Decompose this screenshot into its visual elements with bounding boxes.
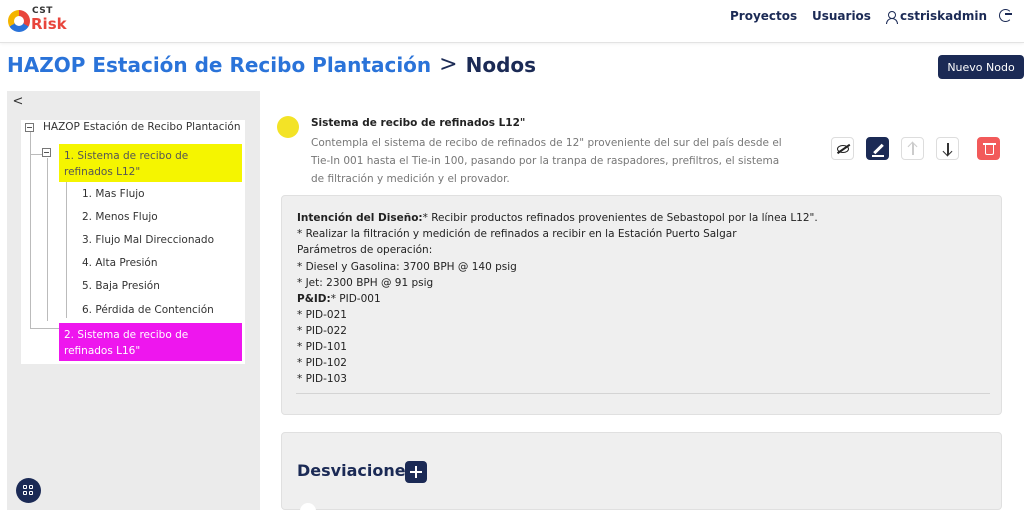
intent-line: * Realizar la filtración y medición de r… bbox=[297, 228, 737, 240]
tree-deviation[interactable]: 2. Menos Flujo bbox=[82, 211, 158, 223]
node-color-badge bbox=[277, 116, 299, 138]
collapse-box-icon[interactable] bbox=[25, 122, 34, 132]
pid-first: * PID-001 bbox=[330, 293, 381, 305]
intent-first-line: Intención del Diseño:* Recibir productos… bbox=[297, 212, 818, 224]
tree-connector bbox=[30, 328, 59, 329]
tree-connector bbox=[30, 132, 31, 328]
pid-line: * PID-022 bbox=[297, 325, 347, 337]
pencil-icon bbox=[873, 143, 884, 155]
breadcrumb: HAZOP Estación de Recibo Plantación > No… bbox=[7, 52, 536, 77]
add-deviation-button[interactable] bbox=[405, 461, 427, 483]
intent-label: Intención del Diseño: bbox=[297, 212, 423, 224]
pid-line: * PID-102 bbox=[297, 357, 347, 369]
intent-line: * Jet: 2300 BPH @ 91 psig bbox=[297, 277, 434, 289]
node-title: Sistema de recibo de refinados L12" bbox=[311, 117, 526, 129]
intent-line: Parámetros de operación: bbox=[297, 244, 433, 256]
move-down-button[interactable] bbox=[936, 137, 959, 160]
tree-root-label: HAZOP Estación de Recibo Plantación bbox=[43, 121, 241, 133]
node-description: Contempla el sistema de recibo de refina… bbox=[311, 137, 782, 185]
arrow-up-icon bbox=[912, 143, 914, 155]
user-icon bbox=[886, 10, 898, 24]
tree-node-2[interactable]: 2. Sistema de recibo de refinados L16" bbox=[59, 323, 242, 361]
nav-usuarios[interactable]: Usuarios bbox=[812, 0, 871, 33]
tree-connector bbox=[66, 182, 67, 318]
delete-button[interactable] bbox=[977, 137, 1000, 160]
tree-deviation[interactable]: 6. Pérdida de Contención bbox=[82, 304, 214, 316]
collapse-box-icon[interactable] bbox=[42, 148, 51, 157]
tree-deviation[interactable]: 3. Flujo Mal Direccionado bbox=[82, 234, 214, 246]
pid-first-line: P&ID:* PID-001 bbox=[297, 293, 381, 305]
logo-mark-icon bbox=[8, 10, 30, 32]
pid-line: * PID-101 bbox=[297, 341, 347, 353]
nav-user[interactable]: cstriskadmin bbox=[886, 0, 987, 33]
apps-button[interactable] bbox=[16, 478, 41, 503]
arrow-down-icon bbox=[947, 143, 949, 155]
intent-first-text: * Recibir productos refinados provenient… bbox=[422, 212, 818, 224]
pid-line: * PID-103 bbox=[297, 373, 347, 385]
breadcrumb-separator: > bbox=[439, 52, 458, 77]
hide-button[interactable] bbox=[831, 137, 854, 160]
deviation-row-indicator bbox=[300, 503, 316, 519]
pencil-base bbox=[872, 155, 884, 157]
pid-label: P&ID: bbox=[297, 293, 331, 305]
trash-icon bbox=[983, 143, 996, 155]
tree-deviation[interactable]: 1. Mas Flujo bbox=[82, 188, 145, 200]
move-up-button[interactable] bbox=[901, 137, 924, 160]
cst-risk-logo[interactable]: CST Risk bbox=[8, 4, 68, 38]
tree-node-1[interactable]: 1. Sistema de recibo de refinados L12" bbox=[59, 144, 242, 182]
tree-deviation[interactable]: 5. Baja Presión bbox=[82, 280, 160, 292]
deviations-title: Desviaciones bbox=[297, 461, 416, 480]
nav-proyectos[interactable]: Proyectos bbox=[730, 0, 797, 33]
breadcrumb-project[interactable]: HAZOP Estación de Recibo Plantación bbox=[7, 53, 431, 77]
eye-off-icon bbox=[837, 145, 849, 153]
grid-icon bbox=[23, 485, 34, 496]
edit-button[interactable] bbox=[866, 137, 889, 160]
intent-line: * Diesel y Gasolina: 3700 BPH @ 140 psig bbox=[297, 261, 517, 273]
tree-connector bbox=[47, 158, 48, 321]
pid-line: * PID-021 bbox=[297, 309, 347, 321]
tree-root[interactable]: HAZOP Estación de Recibo Plantación bbox=[25, 121, 241, 133]
logout-icon[interactable] bbox=[999, 9, 1012, 22]
collapse-sidebar-button[interactable]: < bbox=[10, 94, 26, 110]
logo-text-bottom: Risk bbox=[31, 15, 67, 33]
user-name: cstriskadmin bbox=[900, 9, 987, 23]
new-node-button[interactable]: Nuevo Nodo bbox=[938, 55, 1024, 79]
tree-deviation[interactable]: 4. Alta Presión bbox=[82, 257, 158, 269]
page-title: Nodos bbox=[465, 52, 537, 77]
top-bar: CST Risk Proyectos Usuarios cstriskadmin bbox=[0, 0, 1024, 43]
